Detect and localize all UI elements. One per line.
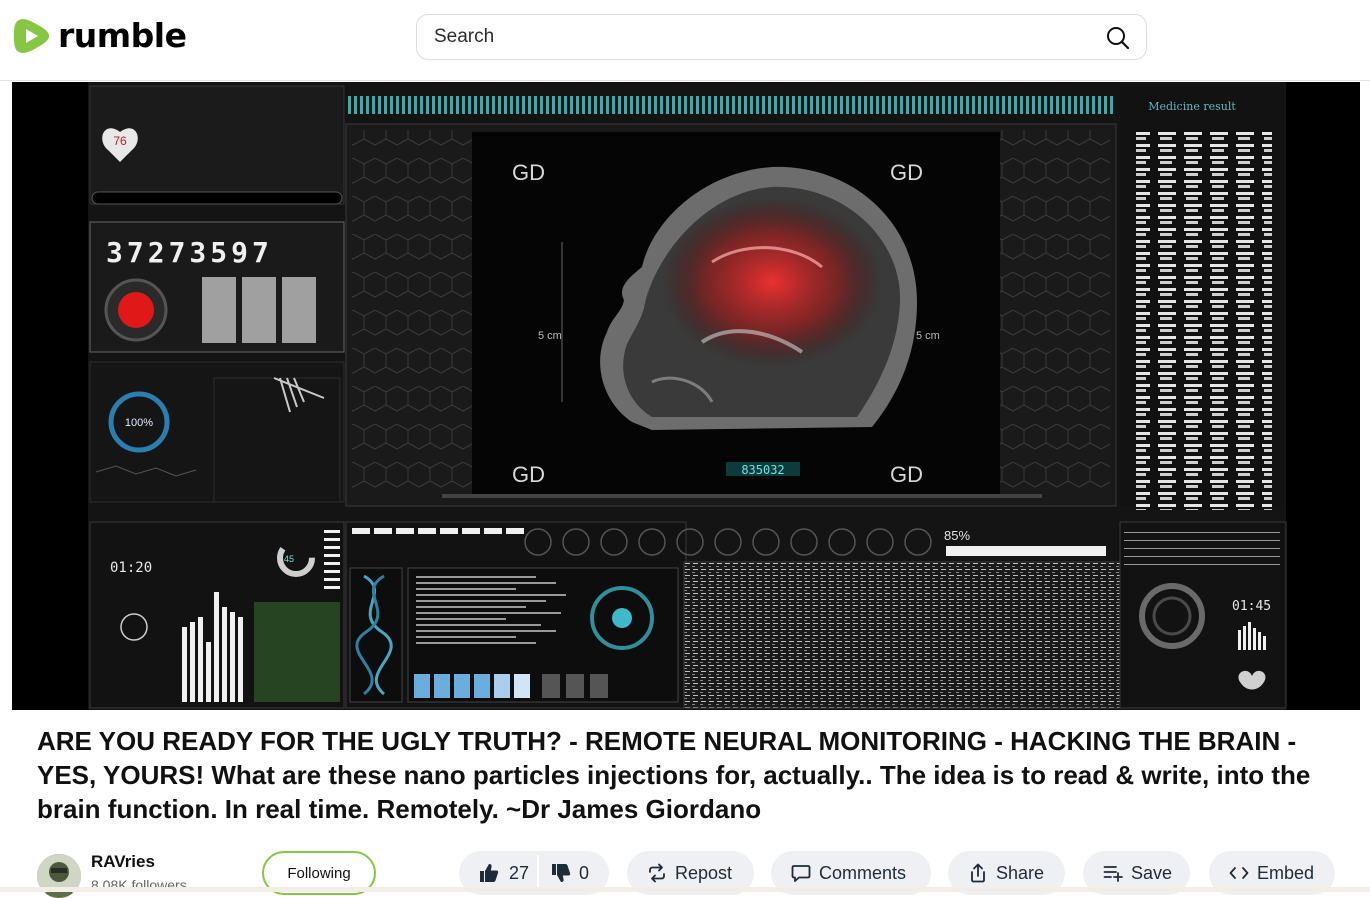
search-icon[interactable] [1106,26,1130,50]
repost-label: Repost [675,862,733,883]
video-title: ARE YOU READY FOR THE UGLY TRUTH? - REMO… [37,726,1311,824]
channel-name[interactable]: RAVries [91,852,155,872]
time-left: 01:20 [110,560,152,576]
rumble-logo[interactable]: rumble [12,16,187,56]
thumbs-down-icon [552,864,571,882]
heart-value: 76 [113,134,127,148]
time-right: 01:45 [1232,599,1271,614]
percent-label: 100% [125,417,153,429]
thumbs-up-icon [480,864,499,882]
counter-digits: 37273597 [106,236,273,269]
top-header: rumble [0,0,1370,81]
rumble-play-icon [14,19,49,53]
gd-label-bl: GD [512,462,545,487]
scale-right: 5 cm [916,330,940,342]
gd-label-tr: GD [890,160,923,185]
comments-label: Comments [819,862,907,883]
logo-wordmark: rumble [58,16,187,55]
share-icon [971,863,985,883]
scan-code: 835032 [741,463,784,477]
panel-title: Medicine result [1148,100,1236,113]
like-count: 27 [509,862,530,883]
save-label: Save [1131,862,1173,883]
gd-label-br: GD [890,462,923,487]
dislike-count: 0 [579,862,590,883]
search-input[interactable] [434,15,1074,59]
save-icon [1103,866,1123,882]
page-bottom-edge [0,887,1370,892]
small-gauge: 45 [284,554,294,564]
search-bar[interactable] [416,14,1147,60]
video-frame: 76 37273597 100% GD GD GD GD 5 cm 5 cm 8… [88,82,1287,710]
gd-label-tl: GD [512,160,545,185]
embed-label: Embed [1257,862,1315,883]
share-label: Share [996,862,1045,883]
video-player[interactable]: 76 37273597 100% GD GD GD GD 5 cm 5 cm 8… [12,82,1360,710]
scale-left: 5 cm [538,330,562,342]
repost-icon [649,863,665,883]
embed-icon [1229,867,1249,879]
comment-icon [791,865,811,882]
progress-label: 85% [944,528,970,543]
